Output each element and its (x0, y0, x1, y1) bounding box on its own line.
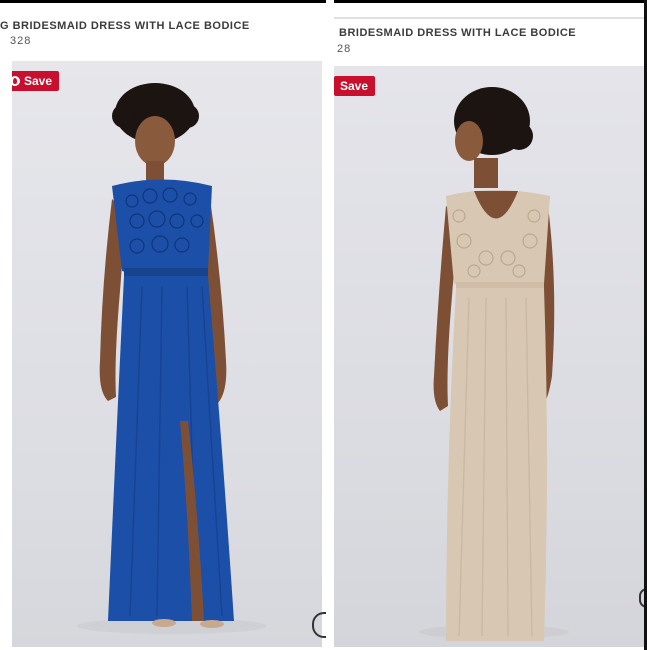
model-champagne-dress-illustration (419, 87, 569, 641)
save-button[interactable]: Save (334, 76, 376, 96)
product-title: BRIDESMAID DRESS WITH LACE BODICE (339, 27, 577, 39)
save-label: Save (340, 79, 369, 93)
product-price: 28 (337, 43, 352, 55)
model-blue-dress-illustration (77, 83, 267, 634)
product-price: 328 (10, 35, 32, 47)
product-header: G BRIDESMAID DRESS WITH LACE BODICE 328 (0, 3, 326, 61)
pinterest-icon (12, 76, 20, 86)
product-card-blue[interactable]: G BRIDESMAID DRESS WITH LACE BODICE 328 (0, 3, 326, 650)
product-card-champagne[interactable]: BRIDESMAID DRESS WITH LACE BODICE 28 Sav… (334, 3, 644, 650)
product-header: BRIDESMAID DRESS WITH LACE BODICE 28 (334, 17, 644, 67)
product-image[interactable]: Save (334, 66, 644, 647)
save-label: Save (24, 74, 53, 88)
save-button[interactable]: Save (12, 71, 60, 91)
panel-divider (326, 0, 334, 650)
dress-bodice-blue (112, 179, 212, 276)
product-title: G BRIDESMAID DRESS WITH LACE BODICE (0, 20, 250, 32)
product-image[interactable]: Save (12, 61, 322, 647)
